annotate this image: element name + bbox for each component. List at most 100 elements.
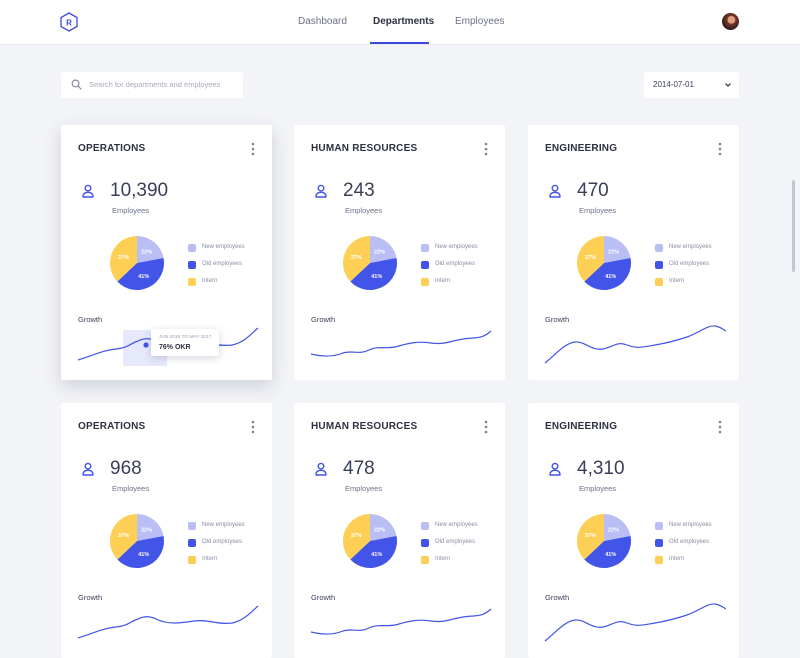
growth-line-chart[interactable] <box>76 601 259 646</box>
department-card[interactable]: HUMAN RESOURCES 478 Employees 22% 41% 37% … <box>294 403 505 658</box>
legend-swatch <box>655 539 663 547</box>
more-options-icon[interactable] <box>250 142 256 156</box>
legend-label: Old employees <box>669 261 710 267</box>
pie-slice-label: 41% <box>605 552 616 558</box>
person-icon <box>549 184 561 198</box>
legend-swatch <box>421 556 429 564</box>
legend-swatch <box>421 539 429 547</box>
date-value: 2014-07-01 <box>653 80 694 89</box>
employee-count-label: Employees <box>112 206 150 215</box>
legend-swatch <box>655 278 663 286</box>
card-title: ENGINEERING <box>545 421 618 432</box>
legend-label: Old employees <box>202 539 243 545</box>
department-card[interactable]: ENGINEERING 470 Employees 22% 41% 37% New … <box>528 125 739 380</box>
person-icon <box>549 462 561 476</box>
legend-label: Intern <box>435 278 451 284</box>
employee-pie-chart: 22% 41% 37% <box>110 236 164 290</box>
legend-label: New employees <box>669 522 712 528</box>
employee-count-label: Employees <box>345 206 383 215</box>
growth-line-chart[interactable] <box>543 323 726 368</box>
legend-label: New employees <box>669 244 712 250</box>
nav-departments[interactable]: Departments <box>373 16 434 27</box>
card-title: HUMAN RESOURCES <box>311 143 418 154</box>
user-avatar[interactable] <box>722 13 739 30</box>
pie-slice-label: 37% <box>118 255 129 261</box>
card-title: ENGINEERING <box>545 143 618 154</box>
department-card[interactable]: ENGINEERING 4,310 Employees 22% 41% 37% Ne… <box>528 403 739 658</box>
growth-line <box>77 605 259 639</box>
legend-label: Old employees <box>435 539 476 545</box>
person-icon <box>315 462 327 476</box>
legend-swatch <box>655 261 663 269</box>
pie-slice-label: 37% <box>351 255 362 261</box>
scrollbar[interactable] <box>792 180 795 272</box>
legend-swatch <box>188 539 196 547</box>
pie-slice-label: 37% <box>118 533 129 539</box>
legend-label: Old employees <box>435 261 476 267</box>
department-card[interactable]: HUMAN RESOURCES 243 Employees 22% 41% 37% … <box>294 125 505 380</box>
nav-dashboard[interactable]: Dashboard <box>298 16 347 27</box>
employee-count: 478 <box>343 458 375 479</box>
more-options-icon[interactable] <box>717 142 723 156</box>
more-options-icon[interactable] <box>717 420 723 434</box>
legend-label: New employees <box>202 522 245 528</box>
search-box[interactable]: Search for departments and employees <box>61 72 243 98</box>
pie-slice-label: 41% <box>138 552 149 558</box>
person-icon <box>82 184 94 198</box>
tooltip-value: 76% OKR <box>159 344 191 351</box>
growth-line-chart[interactable] <box>543 601 726 646</box>
pie-slice-label: 22% <box>141 528 152 534</box>
person-icon <box>315 184 327 198</box>
card-title: OPERATIONS <box>78 143 146 154</box>
card-title: HUMAN RESOURCES <box>311 421 418 432</box>
pie-slice-label: 41% <box>371 552 382 558</box>
legend-label: Intern <box>202 278 218 284</box>
employee-count: 243 <box>343 180 375 201</box>
department-card[interactable]: OPERATIONS 968 Employees 22% 41% 37% New e… <box>61 403 272 658</box>
search-input[interactable]: Search for departments and employees <box>89 80 220 89</box>
growth-line <box>310 330 492 357</box>
legend-swatch <box>655 244 663 252</box>
more-options-icon[interactable] <box>483 142 489 156</box>
more-options-icon[interactable] <box>483 420 489 434</box>
employee-pie-chart: 22% 41% 37% <box>343 514 397 568</box>
legend-label: New employees <box>202 244 245 250</box>
growth-line-chart[interactable] <box>309 323 492 368</box>
legend-swatch <box>421 522 429 530</box>
pie-slice-label: 22% <box>608 250 619 256</box>
employee-count-label: Employees <box>112 484 150 493</box>
employee-count-label: Employees <box>579 484 617 493</box>
legend-swatch <box>421 278 429 286</box>
legend-swatch <box>188 522 196 530</box>
legend-swatch <box>188 278 196 286</box>
employee-count: 968 <box>110 458 142 479</box>
employee-count: 10,390 <box>110 180 169 201</box>
pie-slice-label: 41% <box>138 274 149 280</box>
growth-line-chart[interactable] <box>309 601 492 646</box>
hover-point[interactable] <box>143 342 149 348</box>
employee-pie-chart: 22% 41% 37% <box>110 514 164 568</box>
legend-label: New employees <box>435 244 478 250</box>
growth-line <box>544 325 726 364</box>
legend-label: Intern <box>669 278 685 284</box>
growth-line <box>544 603 726 642</box>
date-select[interactable]: 2014-07-01 <box>644 72 739 98</box>
nav-employees[interactable]: Employees <box>455 16 504 27</box>
employee-pie-chart: 22% 41% 37% <box>577 514 631 568</box>
card-title: OPERATIONS <box>78 421 146 432</box>
more-options-icon[interactable] <box>250 420 256 434</box>
legend-swatch <box>421 261 429 269</box>
tooltip-range: JUN 2016 TO MAY 2017 <box>159 335 212 340</box>
legend-label: Intern <box>669 556 685 562</box>
department-card[interactable]: OPERATIONS 10,390 Employees 22% 41% 37% Ne… <box>61 125 272 380</box>
legend-label: Old employees <box>202 261 243 267</box>
pie-slice-label: 22% <box>374 250 385 256</box>
search-icon <box>71 79 82 90</box>
active-tab-indicator <box>370 42 429 44</box>
legend-swatch <box>188 261 196 269</box>
growth-tooltip: JUN 2016 TO MAY 2017 76% OKR <box>151 329 219 356</box>
employee-count-label: Employees <box>579 206 617 215</box>
legend-label: Old employees <box>669 539 710 545</box>
top-navigation-bar: R Dashboard Departments Employees <box>0 0 800 45</box>
pie-slice-label: 37% <box>585 533 596 539</box>
